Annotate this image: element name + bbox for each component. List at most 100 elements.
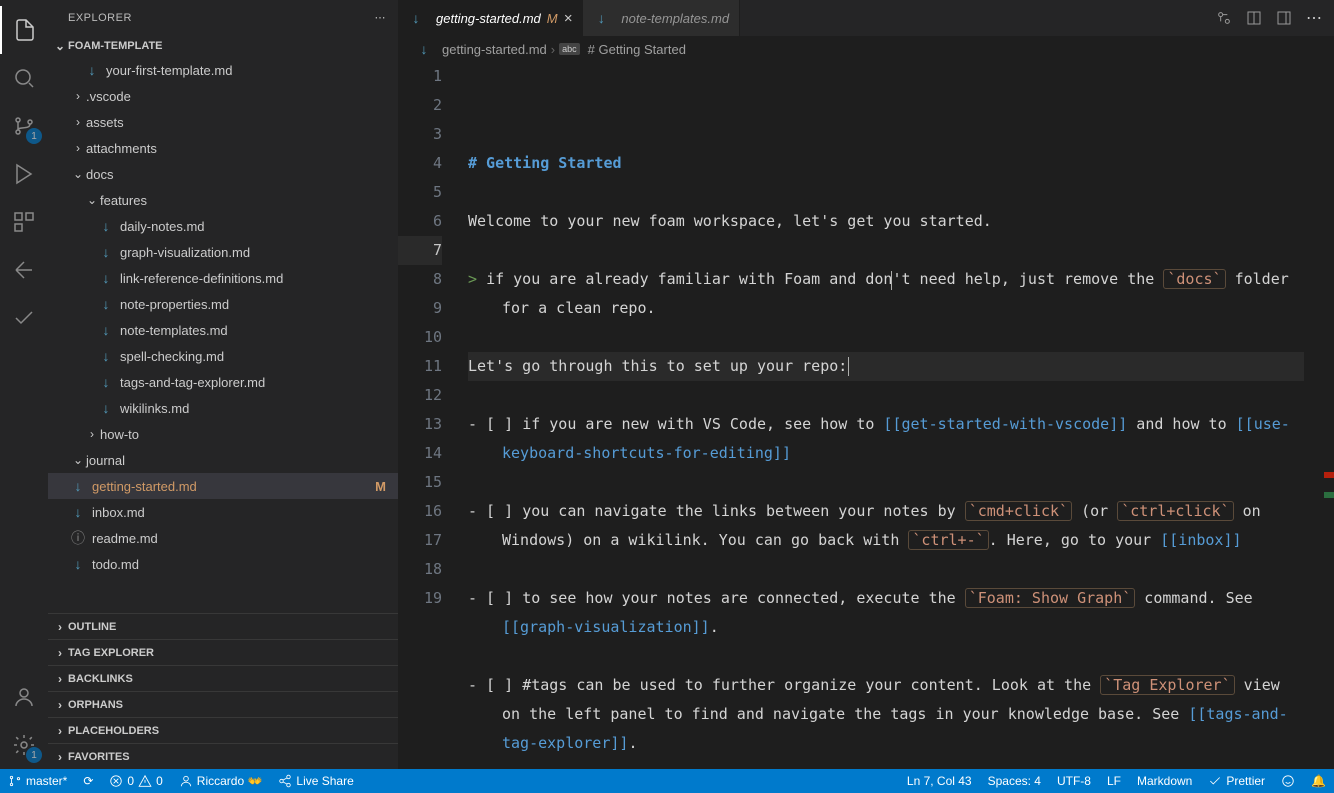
editor[interactable]: 12345678910111213141516171819 # Getting … (398, 62, 1334, 769)
code-line[interactable]: - [ ] if you are new with VS Code, see h… (468, 410, 1304, 468)
file-row[interactable]: ↓link-reference-definitions.md (48, 265, 398, 291)
code-line[interactable] (468, 555, 1304, 584)
markdown-icon: ↓ (98, 218, 114, 234)
sidebar-section[interactable]: ›BACKLINKS (48, 665, 398, 691)
preview-icon[interactable] (1246, 10, 1262, 26)
markdown-icon: ↓ (416, 41, 432, 57)
activity-explorer[interactable] (0, 6, 48, 54)
file-row[interactable]: ↓ daily-notes.md (48, 213, 398, 239)
sidebar-section[interactable]: ›ORPHANS (48, 691, 398, 717)
sidebar-section[interactable]: ›PLACEHOLDERS (48, 717, 398, 743)
branch-icon (8, 774, 22, 788)
text-cursor (848, 357, 849, 376)
file-row[interactable]: ↓todo.md (48, 551, 398, 577)
code-line[interactable]: > if you are already familiar with Foam … (468, 265, 1304, 323)
tree-label: inbox.md (92, 505, 390, 520)
code-line[interactable] (468, 236, 1304, 265)
status-problems[interactable]: 0 0 (101, 769, 170, 793)
folder-row[interactable]: ›attachments (48, 135, 398, 161)
error-icon (109, 774, 123, 788)
activity-debug[interactable] (0, 150, 48, 198)
sidebar-root[interactable]: ⌄ FOAM-TEMPLATE (48, 35, 398, 57)
editor-tab[interactable]: ↓getting-started.mdM× (398, 0, 583, 36)
activity-check[interactable] (0, 294, 48, 342)
status-eol[interactable]: LF (1099, 769, 1129, 793)
folder-row[interactable]: ⌄journal (48, 447, 398, 473)
code-line[interactable] (468, 642, 1304, 671)
modified-badge: M (547, 11, 558, 26)
sidebar-section[interactable]: ›TAG EXPLORER (48, 639, 398, 665)
file-row[interactable]: ↓spell-checking.md (48, 343, 398, 369)
chevron-down-icon: ⌄ (84, 193, 100, 207)
activity-search[interactable] (0, 54, 48, 102)
more-icon[interactable]: ⋯ (375, 11, 387, 24)
status-spaces[interactable]: Spaces: 4 (980, 769, 1049, 793)
tab-actions: ⋯ (1216, 0, 1334, 36)
code-line[interactable] (468, 381, 1304, 410)
code-line[interactable]: Welcome to your new foam workspace, let'… (468, 207, 1304, 236)
check-icon (12, 306, 36, 330)
status-liveshare[interactable]: Live Share (270, 769, 361, 793)
file-row[interactable]: ↓wikilinks.md (48, 395, 398, 421)
status-language[interactable]: Markdown (1129, 769, 1200, 793)
code-line[interactable]: Let's go through this to set up your rep… (468, 352, 1304, 381)
status-user[interactable]: Riccardo 👐 (171, 769, 271, 793)
editor-tab[interactable]: ↓note-templates.md (583, 0, 740, 36)
status-sync[interactable]: ⟳ (75, 769, 101, 793)
chevron-right-icon: › (52, 698, 68, 712)
code-line[interactable]: - [ ] you can navigate the links between… (468, 497, 1304, 555)
code-line[interactable] (468, 178, 1304, 207)
info-icon: ⓘ (70, 530, 86, 546)
code-line[interactable]: - [ ] #tags can be used to further organ… (468, 671, 1304, 758)
tabs-bar: ↓getting-started.mdM×↓note-templates.md … (398, 0, 1334, 36)
folder-row[interactable]: ›.vscode (48, 83, 398, 109)
tree-label: link-reference-definitions.md (120, 271, 390, 286)
file-row[interactable]: ↓inbox.md (48, 499, 398, 525)
folder-row[interactable]: ⌄docs (48, 161, 398, 187)
code-line[interactable]: - [ ] to see how your notes are connecte… (468, 584, 1304, 642)
activity-extensions[interactable] (0, 198, 48, 246)
breadcrumb-symbol[interactable]: # Getting Started (588, 42, 686, 57)
file-tree[interactable]: ↓your-first-template.md›.vscode›assets›a… (48, 57, 398, 613)
status-branch[interactable]: master* (0, 769, 75, 793)
breadcrumb-file[interactable]: getting-started.md (442, 42, 547, 57)
sidebar: EXPLORER ⋯ ⌄ FOAM-TEMPLATE ↓your-first-t… (48, 0, 398, 769)
tree-label: daily-notes.md (120, 219, 390, 234)
sidebar-section[interactable]: ›FAVORITES (48, 743, 398, 769)
file-row[interactable]: ↓your-first-template.md (48, 57, 398, 83)
code-line[interactable]: # Getting Started (468, 149, 1304, 178)
overview-ruler[interactable] (1320, 62, 1334, 769)
code-content[interactable]: # Getting Started Welcome to your new foa… (468, 62, 1334, 769)
file-row[interactable]: ↓getting-started.mdM (48, 473, 398, 499)
code-line[interactable] (468, 758, 1304, 769)
activity-account[interactable] (0, 673, 48, 721)
file-row[interactable]: ↓graph-visualization.md (48, 239, 398, 265)
play-icon (12, 162, 36, 186)
status-feedback[interactable] (1273, 769, 1303, 793)
tree-label: todo.md (92, 557, 390, 572)
file-row[interactable]: ↓note-properties.md (48, 291, 398, 317)
tree-label: your-first-template.md (106, 63, 390, 78)
split-icon[interactable] (1276, 10, 1292, 26)
close-icon[interactable]: × (564, 10, 573, 27)
activity-settings[interactable]: 1 (0, 721, 48, 769)
status-prettier[interactable]: Prettier (1200, 769, 1273, 793)
editor-group: ↓getting-started.mdM×↓note-templates.md … (398, 0, 1334, 769)
status-encoding[interactable]: UTF-8 (1049, 769, 1099, 793)
folder-row[interactable]: ›how-to (48, 421, 398, 447)
activity-scm[interactable]: 1 (0, 102, 48, 150)
file-row[interactable]: ⓘreadme.md (48, 525, 398, 551)
activity-share[interactable] (0, 246, 48, 294)
breadcrumbs[interactable]: ↓ getting-started.md › abc # Getting Sta… (398, 36, 1334, 62)
folder-row[interactable]: ⌄features (48, 187, 398, 213)
sidebar-section[interactable]: ›OUTLINE (48, 613, 398, 639)
folder-row[interactable]: ›assets (48, 109, 398, 135)
code-line[interactable] (468, 323, 1304, 352)
file-row[interactable]: ↓note-templates.md (48, 317, 398, 343)
status-bell[interactable]: 🔔 (1303, 769, 1334, 793)
more-icon[interactable]: ⋯ (1306, 8, 1322, 28)
status-position[interactable]: Ln 7, Col 43 (899, 769, 980, 793)
file-row[interactable]: ↓tags-and-tag-explorer.md (48, 369, 398, 395)
code-line[interactable] (468, 468, 1304, 497)
compare-icon[interactable] (1216, 10, 1232, 26)
